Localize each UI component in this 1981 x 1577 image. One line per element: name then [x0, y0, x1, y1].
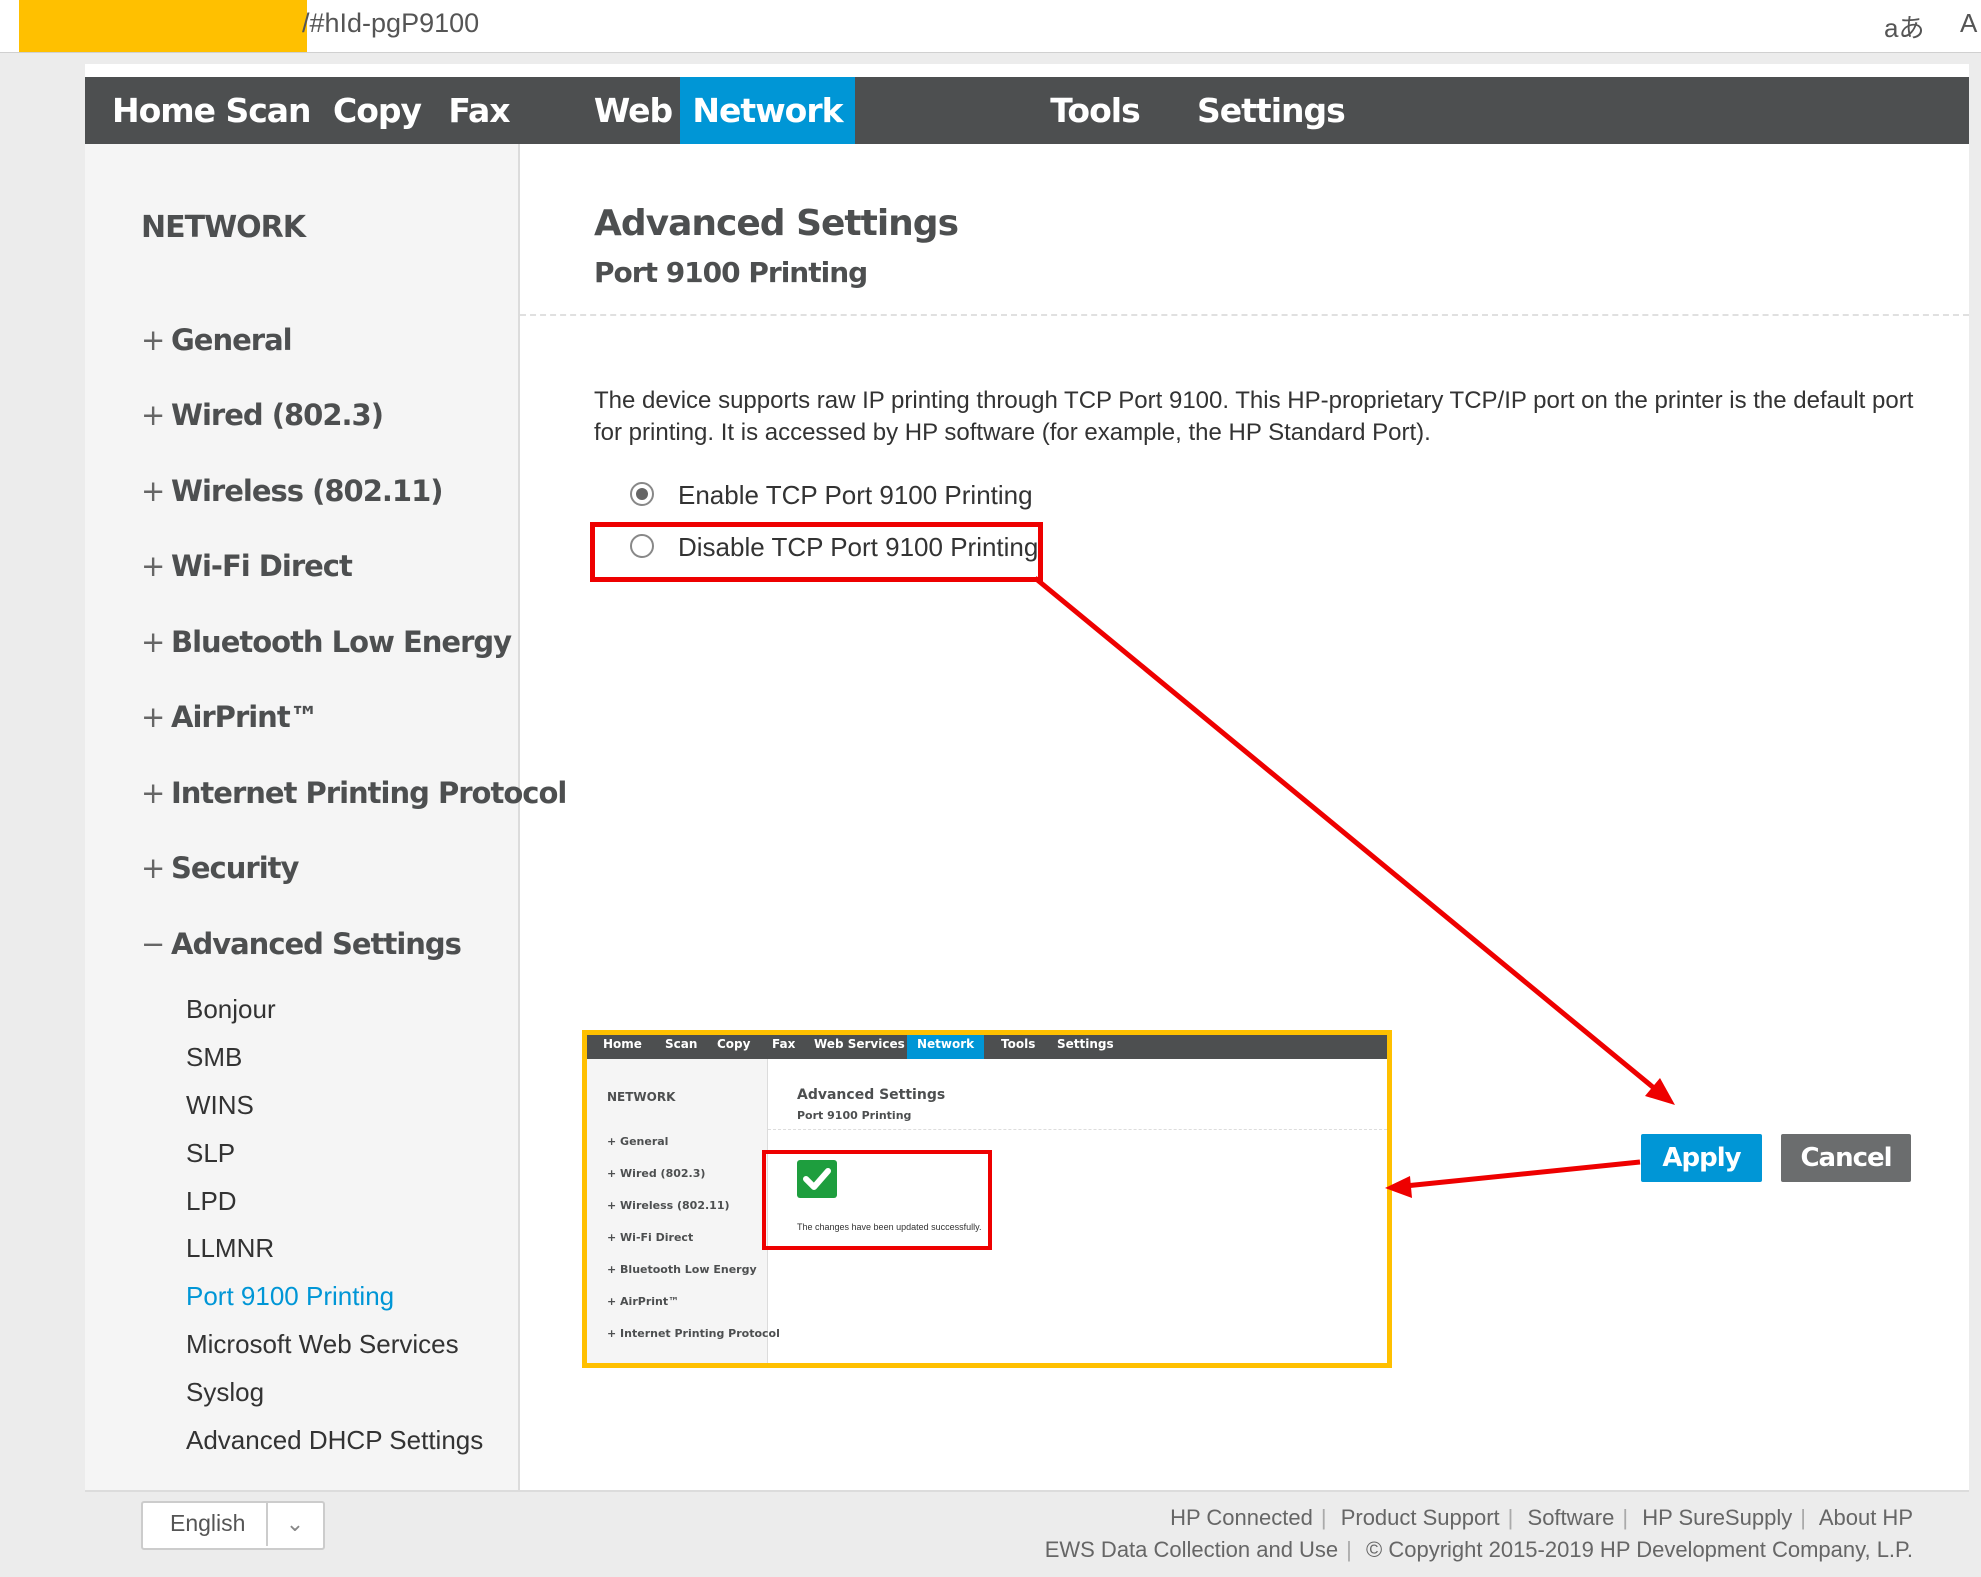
- footer-links: HP Connected | Product Support | Software |…: [1170, 1505, 1913, 1530]
- footer-copyright-row: EWS Data Collection and Use | © Copyright…: [1044, 1537, 1913, 1562]
- footer-link-about-hp[interactable]: About HP: [1819, 1505, 1913, 1530]
- arrowhead-icon: [1385, 1176, 1412, 1198]
- annotation-arrows: [1033, 576, 1675, 1198]
- footer-link-software[interactable]: Software: [1528, 1505, 1615, 1530]
- footer: [85, 1490, 1969, 1577]
- footer-link-data-collection[interactable]: EWS Data Collection and Use: [1045, 1537, 1338, 1562]
- footer-link-hp-suresupply[interactable]: HP SureSupply: [1642, 1505, 1792, 1530]
- chevron-down-icon[interactable]: ⌄: [266, 1501, 322, 1546]
- language-label[interactable]: English: [170, 1510, 245, 1537]
- footer-link-product-support[interactable]: Product Support: [1341, 1505, 1500, 1530]
- footer-link-hp-connected[interactable]: HP Connected: [1170, 1505, 1313, 1530]
- copyright-text: © Copyright 2015-2019 HP Development Com…: [1366, 1537, 1913, 1562]
